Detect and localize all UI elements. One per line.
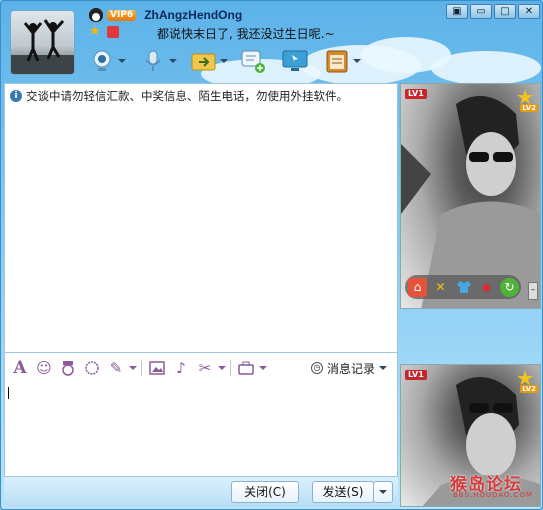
poke-icon[interactable]: [81, 357, 103, 379]
chevron-down-icon: [379, 490, 387, 494]
video-call-button[interactable]: [87, 47, 128, 75]
diamond-icon[interactable]: ◆: [477, 278, 496, 297]
image-icon[interactable]: [146, 357, 168, 379]
music-note-icon[interactable]: ♪: [170, 357, 192, 379]
chevron-down-icon[interactable]: [118, 59, 126, 63]
notice-text: 交谈中请勿轻信汇款、中奖信息、陌生电话，勿使用外挂软件。: [26, 89, 348, 103]
chevron-down-icon[interactable]: [220, 59, 228, 63]
close-button[interactable]: 关闭(C): [231, 481, 299, 503]
chat-bubble-icon: [240, 48, 266, 74]
badges: ★: [89, 25, 119, 38]
message-button[interactable]: [238, 47, 268, 75]
collapse-toggle[interactable]: –: [528, 282, 538, 300]
contact-show-photo[interactable]: LV1 ★ LV2 ⌂ ✕ ◆ ↻ –: [400, 83, 541, 309]
format-toolbar: A ☺ ✎ ♪ ✂ ◷ 消息记录: [4, 353, 398, 383]
webcam-icon: [89, 48, 115, 74]
send-options-button[interactable]: [373, 481, 393, 503]
chevron-down-icon[interactable]: [379, 366, 387, 370]
clipboard-icon: [324, 48, 350, 74]
magic-face-icon[interactable]: [57, 357, 79, 379]
cross-swords-icon[interactable]: ✕: [431, 278, 450, 297]
folder-arrow-icon: [191, 48, 217, 74]
text-cursor: [8, 387, 9, 399]
avatar-image: [11, 19, 74, 74]
apps-button[interactable]: [322, 47, 363, 75]
history-button[interactable]: ◷ 消息记录: [310, 360, 387, 377]
signature: 都说快末日了, 我还没过生日呢.~: [157, 27, 335, 41]
pin-button[interactable]: ▣: [446, 4, 468, 19]
security-notice: i 交谈中请勿轻信汇款、中奖信息、陌生电话，勿使用外挂软件。: [10, 88, 348, 104]
font-icon[interactable]: A: [9, 357, 31, 379]
star-icon[interactable]: ★: [89, 25, 101, 38]
info-icon: i: [10, 90, 22, 102]
chevron-down-icon[interactable]: [353, 59, 361, 63]
bottom-bar: 关闭(C) 发送(S): [4, 477, 398, 507]
remote-assist-button[interactable]: [280, 47, 310, 75]
clock-icon: ◷: [310, 362, 323, 374]
home-icon[interactable]: ⌂: [408, 277, 427, 297]
show-toolbar: ⌂ ✕ ◆ ↻: [405, 275, 521, 299]
watermark-url: BBS.HOUDAO.COM: [453, 491, 533, 499]
chevron-down-icon[interactable]: [259, 366, 267, 370]
vip-badge: VIP6: [107, 9, 137, 21]
chat-history[interactable]: i 交谈中请勿轻信汇款、中奖信息、陌生电话，勿使用外挂软件。: [4, 83, 398, 353]
chevron-down-icon[interactable]: [218, 366, 226, 370]
maximize-button[interactable]: □: [494, 4, 516, 19]
refresh-icon[interactable]: ↻: [500, 277, 519, 297]
close-window-button[interactable]: ✕: [518, 4, 540, 19]
avatar[interactable]: [10, 10, 75, 75]
level-star-label: LV2: [520, 104, 538, 112]
chevron-down-icon[interactable]: [129, 366, 137, 370]
emoji-icon[interactable]: ☺: [33, 357, 55, 379]
scissors-icon[interactable]: ✂: [194, 357, 216, 379]
divider: [230, 360, 231, 376]
shirt-icon[interactable]: [454, 278, 473, 297]
minimize-button[interactable]: ▭: [470, 4, 492, 19]
level-star-label: LV2: [520, 385, 538, 393]
briefcase-icon[interactable]: [235, 357, 257, 379]
chat-window: VIP6 ZhAngzHendOng ★ 都说快末日了, 我还没过生日呢.~ ▣…: [0, 0, 543, 510]
send-button[interactable]: 发送(S): [312, 481, 374, 503]
monitor-icon: [282, 48, 308, 74]
level-badge: LV1: [405, 370, 427, 380]
header: VIP6 ZhAngzHendOng ★ 都说快末日了, 我还没过生日呢.~ ▣…: [1, 1, 542, 83]
file-transfer-button[interactable]: [189, 47, 230, 75]
contact-name[interactable]: ZhAngzHendOng: [144, 8, 242, 22]
history-label: 消息记录: [326, 361, 375, 376]
qq-penguin-icon: [89, 8, 103, 22]
toolbar: [87, 46, 363, 76]
gift-icon[interactable]: [106, 25, 119, 38]
level-badge: LV1: [405, 89, 427, 99]
voice-call-button[interactable]: [138, 47, 179, 75]
microphone-icon: [140, 48, 166, 74]
chevron-down-icon[interactable]: [169, 59, 177, 63]
name-row: VIP6 ZhAngzHendOng: [89, 6, 242, 24]
handwriting-icon[interactable]: ✎: [105, 357, 127, 379]
window-controls: ▣ ▭ □ ✕: [446, 4, 540, 19]
message-input[interactable]: [4, 383, 398, 477]
divider: [141, 360, 142, 376]
